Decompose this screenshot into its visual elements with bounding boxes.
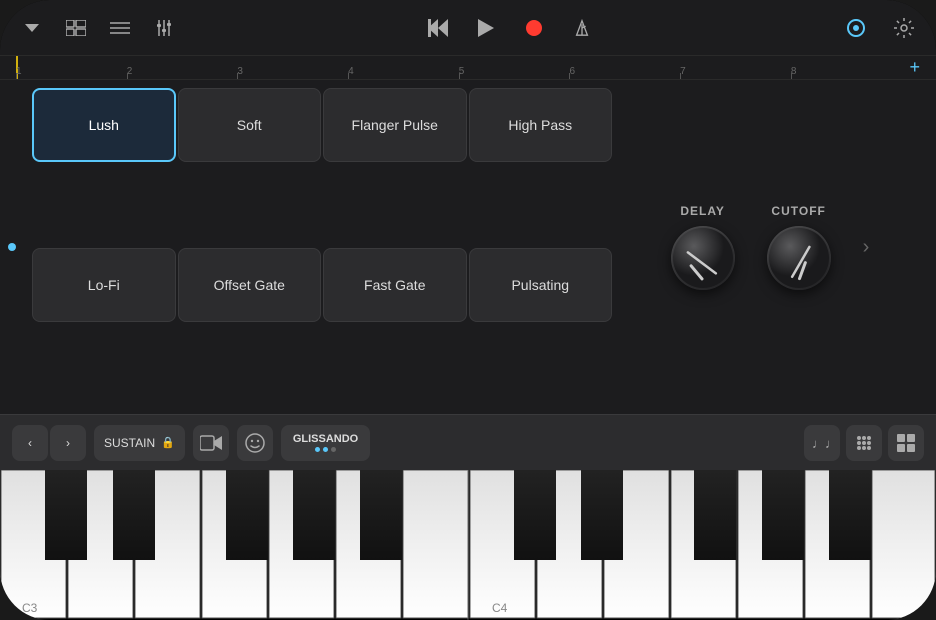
black-key-cs3[interactable] xyxy=(45,470,87,560)
preset-soft[interactable]: Soft xyxy=(178,88,322,162)
grid-view-button[interactable] xyxy=(888,425,924,461)
bottom-controls-bar: ‹ › SUSTAIN 🔒 GLISSANDO xyxy=(0,414,936,470)
black-key-cs4[interactable] xyxy=(514,470,556,560)
controls-panel: DELAY xyxy=(612,88,928,406)
indicator-dot xyxy=(8,243,16,251)
preset-flanger-pulse[interactable]: Flanger Pulse xyxy=(323,88,467,162)
preset-lush[interactable]: Lush xyxy=(32,88,176,162)
black-key-as4[interactable] xyxy=(829,470,871,560)
white-key-b3[interactable] xyxy=(403,470,468,618)
ruler-mark-1: 1 xyxy=(16,66,127,79)
svg-text:♩♩: ♩♩ xyxy=(812,436,832,451)
cutoff-knob[interactable] xyxy=(767,226,831,290)
toolbar xyxy=(0,0,936,56)
emoji-button[interactable] xyxy=(237,425,273,461)
loop-icon[interactable] xyxy=(840,12,872,44)
preset-grid: Lush Soft Flanger Pulse High Pass Lo-Fi … xyxy=(32,88,612,406)
add-track-button[interactable]: + xyxy=(909,57,920,78)
main-content: Lush Soft Flanger Pulse High Pass Lo-Fi … xyxy=(0,80,936,414)
black-key-fs3[interactable] xyxy=(226,470,268,560)
sustain-button[interactable]: SUSTAIN 🔒 xyxy=(94,425,185,461)
delay-knob-group: DELAY xyxy=(671,204,735,290)
c3-label: C3 xyxy=(22,601,38,615)
black-key-ds3[interactable] xyxy=(113,470,155,560)
nav-group: ‹ › xyxy=(12,425,86,461)
preset-fast-gate[interactable]: Fast Gate xyxy=(323,248,467,322)
notes-view-button[interactable]: ♩♩ xyxy=(804,425,840,461)
glissando-dot-3 xyxy=(331,447,336,452)
ruler-mark-7: 7 xyxy=(680,66,791,79)
settings-icon[interactable] xyxy=(888,12,920,44)
ruler-mark-5: 5 xyxy=(459,66,570,79)
black-key-gs3[interactable] xyxy=(293,470,335,560)
ruler-mark-3: 3 xyxy=(237,66,348,79)
metronome-icon[interactable] xyxy=(566,12,598,44)
glissando-dots xyxy=(315,447,336,452)
preset-pulsating[interactable]: Pulsating xyxy=(469,248,613,322)
lock-icon: 🔒 xyxy=(161,436,175,449)
ruler: 1 2 3 4 5 6 7 8 xyxy=(16,56,901,79)
arp-section: Lush Soft Flanger Pulse High Pass Lo-Fi … xyxy=(24,80,936,414)
glissando-button[interactable]: GLISSANDO xyxy=(281,425,370,461)
preset-high-pass[interactable]: High Pass xyxy=(469,88,613,162)
glissando-label: GLISSANDO xyxy=(293,433,358,445)
black-key-as3[interactable] xyxy=(360,470,402,560)
black-key-fs4[interactable] xyxy=(694,470,736,560)
c4-label: C4 xyxy=(492,601,508,615)
white-key-b4[interactable] xyxy=(872,470,935,618)
record-pattern-button[interactable] xyxy=(193,425,229,461)
expand-controls-icon[interactable]: › xyxy=(863,236,870,259)
cutoff-label: CUTOFF xyxy=(771,204,825,218)
preset-offset-gate[interactable]: Offset Gate xyxy=(178,248,322,322)
glissando-dot-2 xyxy=(323,447,328,452)
delay-label: DELAY xyxy=(680,204,725,218)
ruler-mark-6: 6 xyxy=(569,66,680,79)
ruler-mark-2: 2 xyxy=(127,66,238,79)
timeline-ruler: 1 2 3 4 5 6 7 8 + xyxy=(0,56,936,80)
glissando-dot-1 xyxy=(315,447,320,452)
right-ctrl-group: ♩♩ xyxy=(804,425,924,461)
play-button[interactable] xyxy=(470,12,502,44)
toolbar-right xyxy=(840,12,920,44)
black-key-ds4[interactable] xyxy=(581,470,623,560)
toolbar-center xyxy=(422,12,598,44)
list-icon[interactable] xyxy=(104,12,136,44)
piano-keyboard: /* drawn inline below */ xyxy=(0,470,936,620)
piano-svg: /* drawn inline below */ xyxy=(0,470,936,620)
ruler-mark-8: 8 xyxy=(791,66,902,79)
toolbar-left xyxy=(16,12,180,44)
ruler-mark-4: 4 xyxy=(348,66,459,79)
black-key-gs4[interactable] xyxy=(762,470,804,560)
rewind-button[interactable] xyxy=(422,12,454,44)
dots-view-button[interactable] xyxy=(846,425,882,461)
phone-frame: 1 2 3 4 5 6 7 8 + Lush Soft Flanger Puls… xyxy=(0,0,936,620)
sustain-label: SUSTAIN xyxy=(104,436,155,450)
cutoff-knob-group: CUTOFF xyxy=(767,204,831,290)
view-toggle-icon[interactable] xyxy=(60,12,92,44)
dropdown-icon[interactable] xyxy=(16,12,48,44)
record-button[interactable] xyxy=(518,12,550,44)
next-button[interactable]: › xyxy=(50,425,86,461)
delay-knob[interactable] xyxy=(671,226,735,290)
left-indicator xyxy=(0,80,24,414)
prev-button[interactable]: ‹ xyxy=(12,425,48,461)
preset-lo-fi[interactable]: Lo-Fi xyxy=(32,248,176,322)
mixer-icon[interactable] xyxy=(148,12,180,44)
